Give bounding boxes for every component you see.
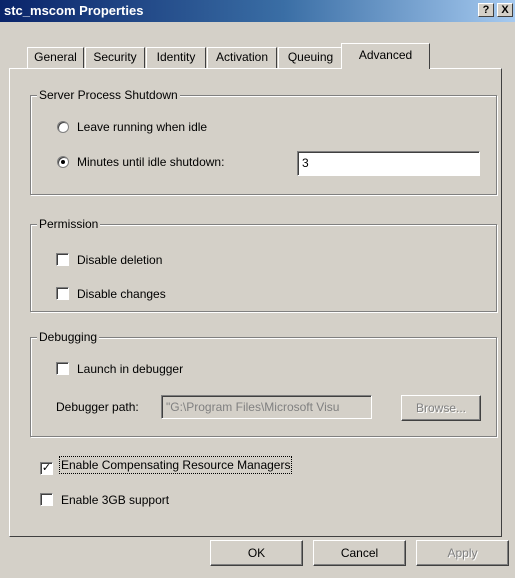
minutes-idle-radio[interactable] <box>57 156 69 168</box>
three-gb-checkbox[interactable] <box>40 493 53 506</box>
launch-debugger-checkbox[interactable] <box>56 362 69 375</box>
tab-security[interactable]: Security <box>85 47 145 68</box>
title-bar[interactable]: stc_mscom Properties ? X <box>0 0 515 22</box>
leave-running-label: Leave running when idle <box>77 120 208 134</box>
debugger-path-label: Debugger path: <box>56 400 139 414</box>
crm-checkbox[interactable]: ✓ <box>40 462 53 475</box>
disable-changes-label: Disable changes <box>77 287 166 301</box>
crm-option[interactable]: ✓ Enable Compensating Resource Managers <box>40 456 293 475</box>
leave-running-radio[interactable] <box>57 121 69 133</box>
three-gb-option[interactable]: Enable 3GB support <box>40 493 169 507</box>
minutes-idle-option[interactable]: Minutes until idle shutdown: <box>57 155 224 169</box>
tab-advanced[interactable]: Advanced <box>341 43 430 69</box>
cancel-button[interactable]: Cancel <box>313 540 406 566</box>
disable-changes-option[interactable]: Disable changes <box>56 287 166 301</box>
minutes-idle-input[interactable]: 3 <box>297 151 480 176</box>
properties-dialog: stc_mscom Properties ? X General Securit… <box>0 0 515 578</box>
ok-button[interactable]: OK <box>210 540 303 566</box>
disable-deletion-option[interactable]: Disable deletion <box>56 253 162 267</box>
tab-identity[interactable]: Identity <box>146 47 206 68</box>
disable-deletion-checkbox[interactable] <box>56 253 69 266</box>
debugging-group: Debugging <box>30 330 497 437</box>
launch-debugger-option[interactable]: Launch in debugger <box>56 362 183 376</box>
disable-deletion-label: Disable deletion <box>77 253 163 267</box>
tab-activation[interactable]: Activation <box>207 47 277 68</box>
minutes-idle-label: Minutes until idle shutdown: <box>77 155 225 169</box>
tab-general[interactable]: General <box>27 47 84 68</box>
crm-label: Enable Compensating Resource Managers <box>58 456 293 474</box>
three-gb-label: Enable 3GB support <box>61 493 170 507</box>
leave-running-option[interactable]: Leave running when idle <box>57 120 207 134</box>
close-button[interactable]: X <box>497 3 513 17</box>
help-button[interactable]: ? <box>478 3 494 17</box>
permission-legend: Permission <box>37 217 101 231</box>
apply-button: Apply <box>416 540 509 566</box>
debugger-path-input: "G:\Program Files\Microsoft Visu <box>161 395 372 419</box>
disable-changes-checkbox[interactable] <box>56 287 69 300</box>
server-shutdown-group: Server Process Shutdown <box>30 88 497 195</box>
server-shutdown-legend: Server Process Shutdown <box>37 88 180 102</box>
tab-queuing[interactable]: Queuing <box>278 47 343 68</box>
debugging-legend: Debugging <box>37 330 100 344</box>
window-title: stc_mscom Properties <box>4 3 144 18</box>
browse-button: Browse... <box>401 395 481 421</box>
radio-selected-dot <box>61 160 65 164</box>
launch-debugger-label: Launch in debugger <box>77 362 184 376</box>
